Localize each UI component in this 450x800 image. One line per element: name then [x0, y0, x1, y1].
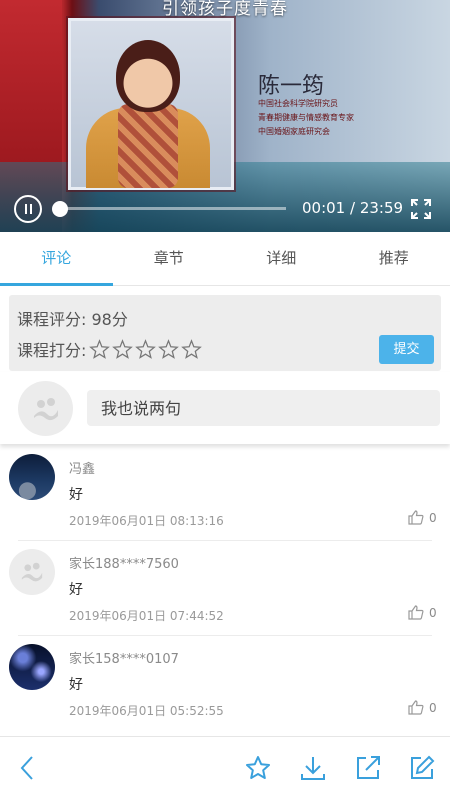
playback-time: 00:01 / 23:59	[302, 199, 404, 217]
comment-text: 好	[69, 487, 83, 503]
pause-icon	[24, 204, 27, 214]
like-button[interactable]: 0	[408, 605, 437, 620]
avatar	[9, 644, 55, 690]
course-score: 课程评分: 98分	[17, 310, 128, 329]
submit-rating-button[interactable]: 提交	[379, 335, 434, 364]
pause-button[interactable]	[14, 195, 42, 223]
speaker-title-line: 青春期健康与情感教育专家	[258, 113, 354, 122]
comment-author: 冯鑫	[69, 462, 96, 477]
bottom-toolbar	[0, 736, 450, 800]
thumbs-up-icon	[408, 510, 424, 525]
like-count: 0	[429, 510, 437, 525]
thumbs-up-icon	[408, 700, 424, 715]
progress-handle[interactable]	[52, 201, 68, 217]
star-icon[interactable]	[180, 339, 203, 359]
tab-details[interactable]: 详细	[225, 232, 338, 285]
like-button[interactable]: 0	[408, 510, 437, 525]
video-title: 引领孩子度青春	[162, 0, 288, 19]
speaker-title-line: 中国婚姻家庭研究会	[258, 127, 330, 136]
list-item: 冯鑫 好 2019年06月01日 08:13:16 0	[0, 446, 450, 541]
fullscreen-button[interactable]	[410, 198, 432, 220]
like-count: 0	[429, 700, 437, 715]
star-rating	[88, 339, 203, 359]
avatar	[18, 381, 73, 436]
speaker-title-line: 中国社会科学院研究员	[258, 99, 338, 108]
comment-text: 好	[69, 582, 83, 598]
list-item: 家长158****0107 好 2019年06月01日 05:52:55 0	[0, 636, 450, 731]
comment-time: 2019年06月01日 05:52:55	[69, 704, 224, 718]
comment-author: 家长188****7560	[69, 557, 179, 572]
comment-time: 2019年06月01日 07:44:52	[69, 609, 224, 623]
star-icon[interactable]	[111, 339, 134, 359]
detail-tabs: 评论 章节 详细 推荐	[0, 232, 450, 286]
edit-icon[interactable]	[408, 754, 436, 782]
rating-card: 课程评分: 98分 课程打分: 提交	[9, 295, 441, 371]
share-icon[interactable]	[354, 754, 382, 782]
star-icon[interactable]	[157, 339, 180, 359]
tab-recommend[interactable]: 推荐	[338, 232, 450, 285]
video-controls: 00:01 / 23:59	[0, 192, 450, 232]
download-icon[interactable]	[299, 754, 327, 782]
speaker-name: 陈一筠	[258, 74, 325, 99]
star-icon[interactable]	[134, 339, 157, 359]
speaker-figure-head	[116, 40, 180, 112]
comment-input[interactable]	[87, 390, 440, 426]
comment-time: 2019年06月01日 08:13:16	[69, 514, 224, 528]
comment-author: 家长158****0107	[69, 652, 179, 667]
thumbs-up-icon	[408, 605, 424, 620]
star-icon[interactable]	[244, 754, 272, 782]
default-avatar-icon	[21, 562, 43, 582]
star-icon[interactable]	[88, 339, 111, 359]
avatar	[9, 549, 55, 595]
pause-icon-bar	[29, 204, 32, 214]
course-rate-row: 课程打分:	[17, 337, 203, 361]
speaker-titles: 中国社会科学院研究员 青春期健康与情感教育专家 中国婚姻家庭研究会	[258, 98, 448, 140]
tab-chapters[interactable]: 章节	[113, 232, 226, 285]
back-icon[interactable]	[14, 754, 42, 782]
tab-comments[interactable]: 评论	[0, 232, 113, 286]
default-avatar-icon	[33, 397, 58, 420]
comment-compose-bar	[0, 372, 450, 444]
progress-bar[interactable]	[56, 207, 286, 210]
fullscreen-icon	[411, 199, 431, 219]
like-count: 0	[429, 605, 437, 620]
speaker-figure-scarf	[118, 104, 178, 188]
video-player[interactable]: 引领孩子度青春 陈一筠 中国社会科学院研究员 青春期健康与情感教育专家 中国婚姻…	[0, 0, 450, 232]
comment-text: 好	[69, 677, 83, 693]
comment-list: 冯鑫 好 2019年06月01日 08:13:16 0 家长188****756…	[0, 446, 450, 731]
avatar	[9, 454, 55, 500]
like-button[interactable]: 0	[408, 700, 437, 715]
course-rate-label: 课程打分:	[17, 341, 87, 360]
list-item: 家长188****7560 好 2019年06月01日 07:44:52 0	[0, 541, 450, 636]
